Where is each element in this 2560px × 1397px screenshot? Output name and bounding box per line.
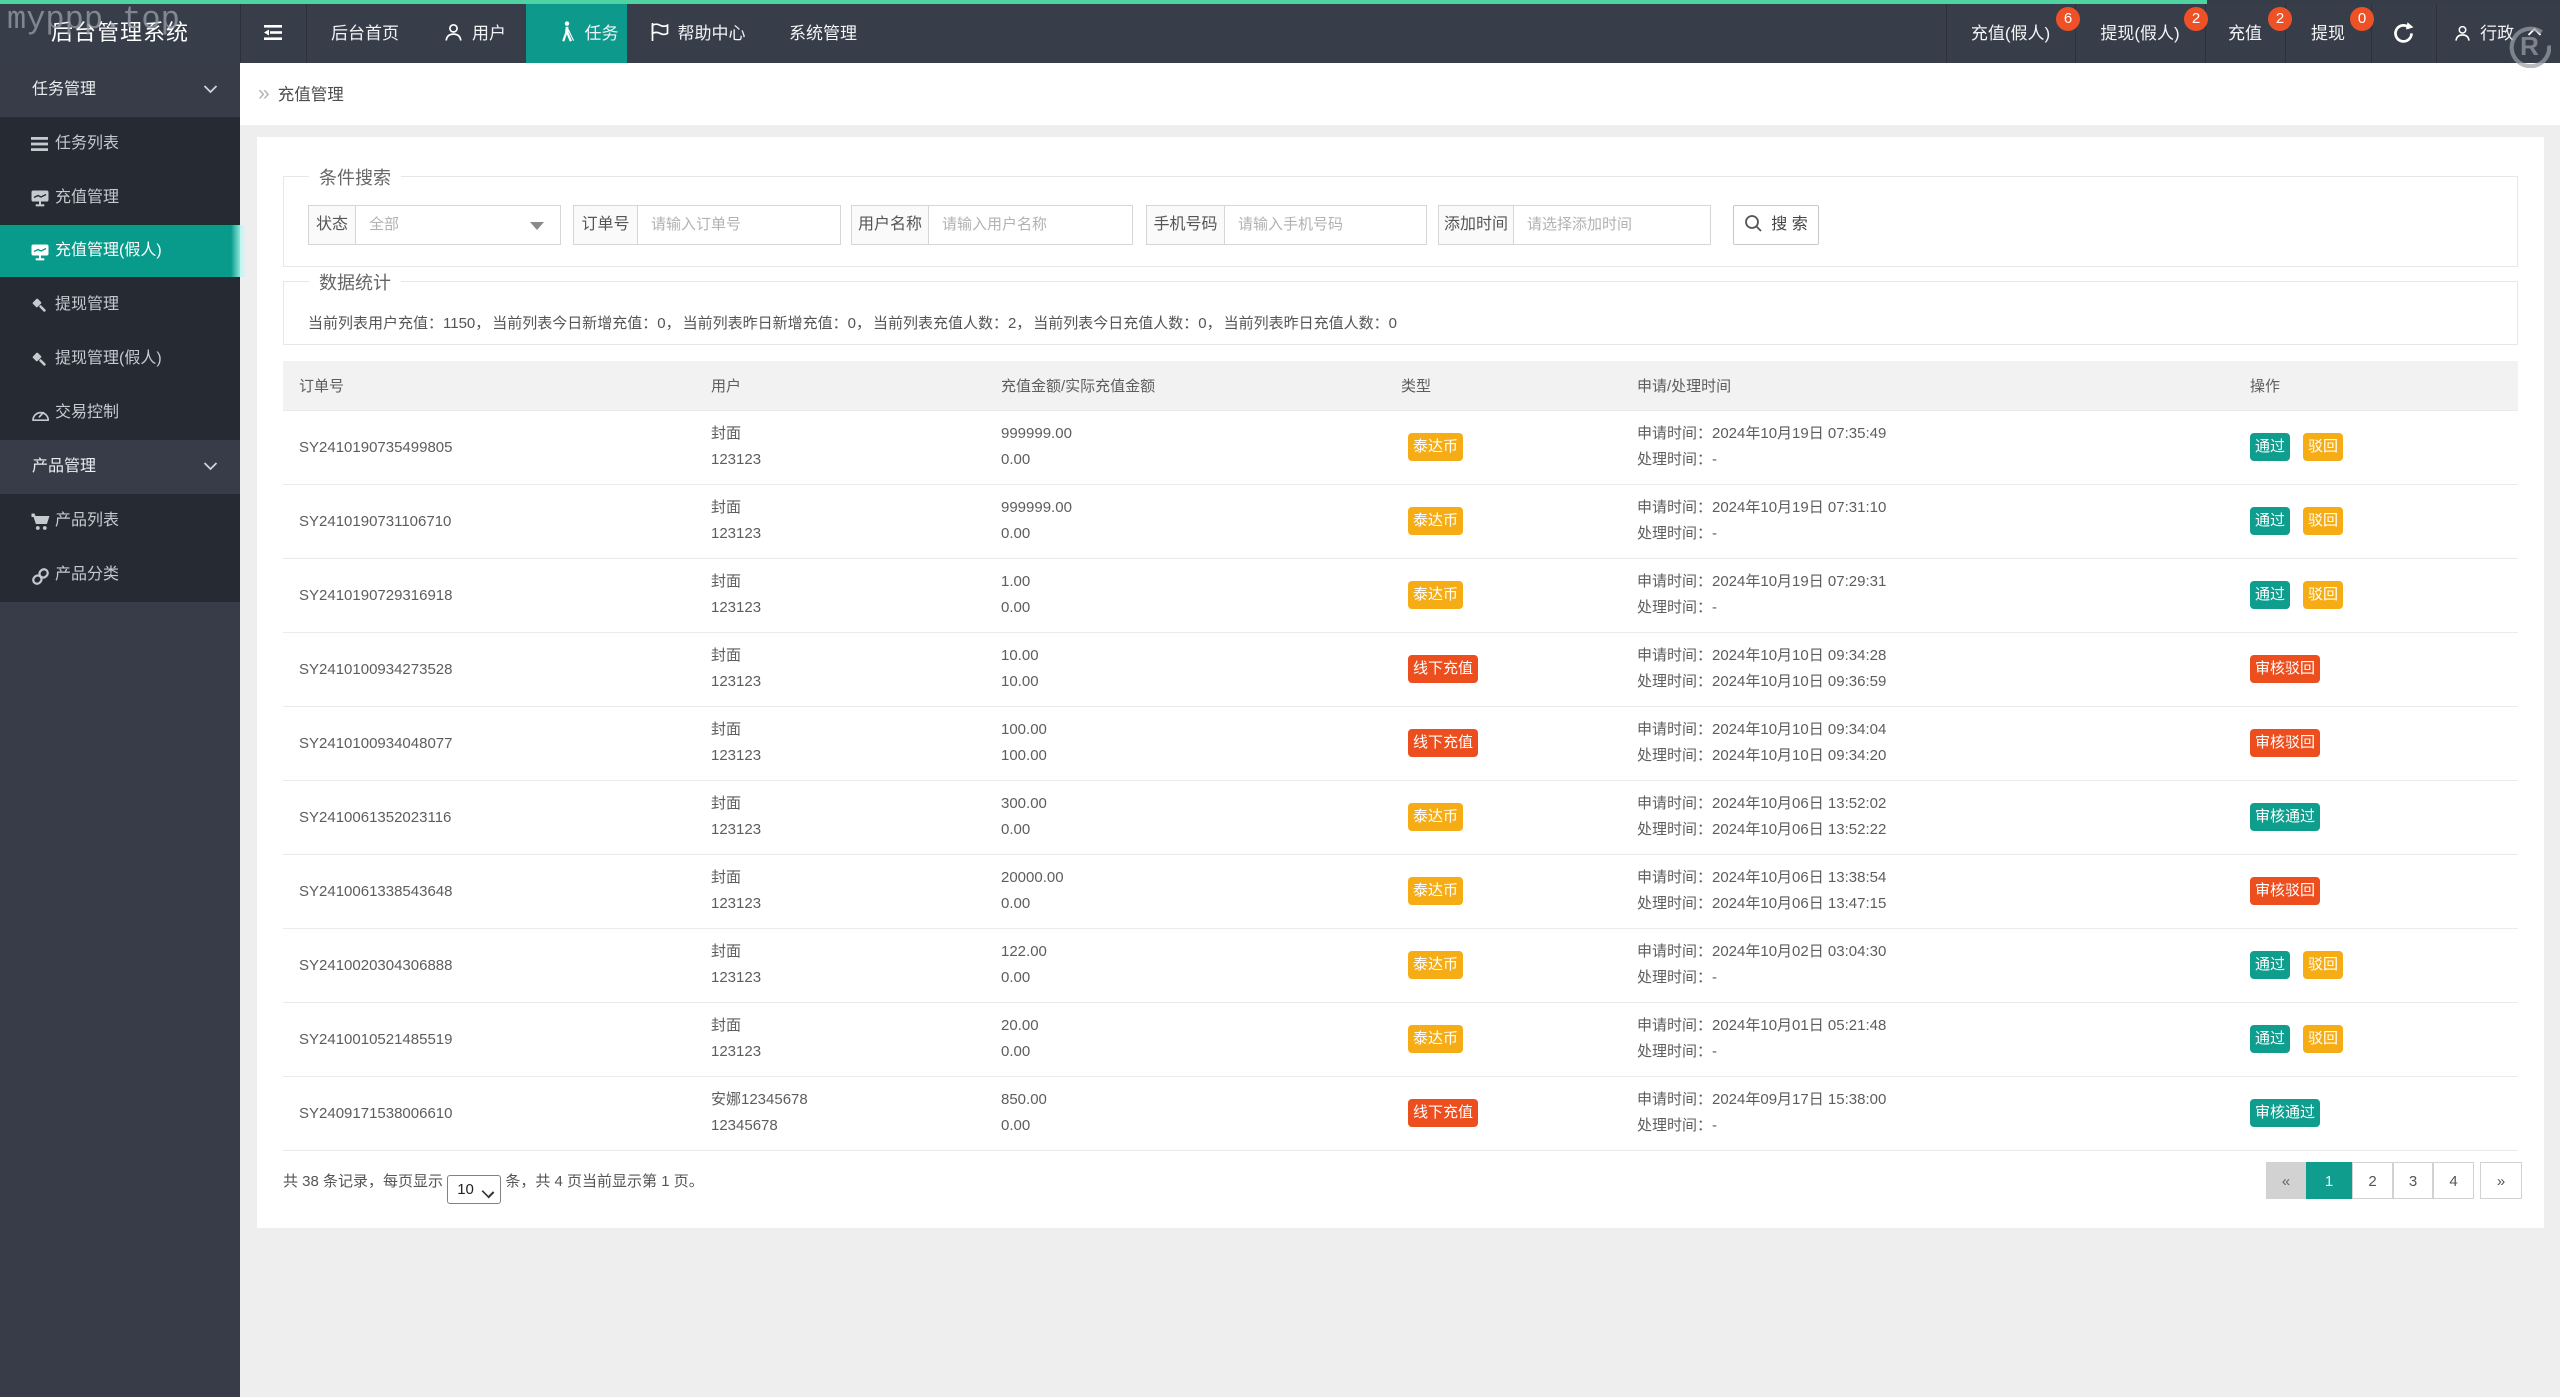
svg-text:R: R xyxy=(2520,31,2539,61)
